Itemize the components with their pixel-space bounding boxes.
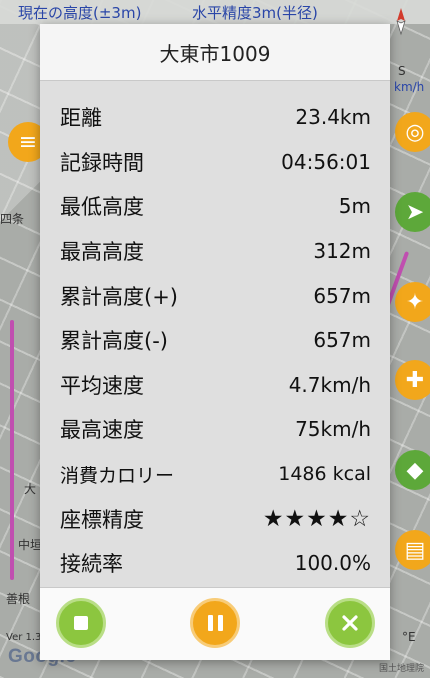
navigate-fab-icon[interactable]: ➤: [395, 192, 430, 232]
stop-icon: [74, 616, 88, 630]
stat-label: 接続率: [60, 552, 123, 577]
stat-value: 657m: [313, 328, 371, 353]
stat-label: 平均速度: [60, 373, 144, 398]
place-label: 大: [24, 482, 37, 496]
layers-fab-icon[interactable]: ▤: [395, 530, 430, 570]
pause-button[interactable]: [190, 598, 240, 648]
stat-value: 75km/h: [295, 417, 371, 442]
stat-label: 最低高度: [60, 195, 144, 220]
stat-value: 5m: [338, 194, 371, 219]
stat-row-max-speed: 最高速度 75km/h: [40, 407, 390, 452]
stat-label: 最高高度: [60, 240, 144, 265]
stat-label: 記録時間: [60, 150, 144, 175]
stat-value: 04:56:01: [281, 149, 371, 174]
camera-fab-icon[interactable]: ◎: [395, 112, 430, 152]
dialog-footer: [40, 587, 390, 660]
stat-label: 累計高度(+): [60, 284, 178, 309]
compass-fab-icon[interactable]: ✦: [395, 282, 430, 322]
place-label: 四条: [0, 212, 25, 226]
stat-label: 消費カロリー: [60, 464, 175, 487]
tag-fab-icon[interactable]: ◆: [395, 450, 430, 490]
compass-icon[interactable]: [386, 6, 416, 36]
stop-button[interactable]: [56, 598, 106, 648]
map-attribution: 国土地理院: [378, 664, 424, 674]
place-label: 善根: [6, 592, 31, 606]
accuracy-stars: ★★★★☆: [262, 505, 371, 532]
coordinate-label: °E: [402, 630, 416, 644]
scale-label: S: [398, 64, 406, 78]
version-text: Ver 1.3: [6, 632, 42, 643]
stat-row-connection-rate: 接続率 100.0%: [40, 541, 390, 586]
stat-value: 312m: [313, 239, 371, 264]
stat-value: 4.7km/h: [288, 372, 371, 397]
stat-row-recording-time: 記録時間 04:56:01: [40, 140, 390, 185]
stat-value: 100.0%: [294, 551, 371, 576]
stat-row-average-speed: 平均速度 4.7km/h: [40, 363, 390, 408]
altitude-label: 現在の高度(±3m): [18, 4, 142, 22]
dialog-title: 大東市1009: [40, 24, 390, 81]
add-pin-fab-icon[interactable]: ✚: [395, 360, 430, 400]
stat-label: 距離: [60, 106, 102, 131]
stat-label: 最高速度: [60, 418, 144, 443]
stat-row-max-altitude: 最高高度 312m: [40, 229, 390, 274]
stat-row-total-descent: 累計高度(-) 657m: [40, 318, 390, 363]
close-button[interactable]: [325, 598, 375, 648]
track-route: [10, 320, 14, 580]
stat-value: 657m: [313, 283, 371, 308]
stat-row-coordinate-accuracy: 座標精度 ★★★★☆: [40, 496, 390, 541]
track-summary-dialog: 大東市1009 距離 23.4km 記録時間 04:56:01 最低高度 5m …: [40, 24, 390, 660]
stat-label: 座標精度: [60, 507, 144, 532]
stat-row-calories: 消費カロリー 1486 kcal: [40, 452, 390, 497]
stat-label: 累計高度(-): [60, 329, 168, 354]
place-label: 中垣: [18, 538, 43, 552]
stat-value: 1486 kcal: [278, 463, 371, 486]
stat-row-min-altitude: 最低高度 5m: [40, 184, 390, 229]
stats-list: 距離 23.4km 記録時間 04:56:01 最低高度 5m 最高高度 312…: [40, 81, 390, 586]
close-icon: [342, 615, 358, 631]
stat-row-total-ascent: 累計高度(+) 657m: [40, 273, 390, 318]
stat-row-distance: 距離 23.4km: [40, 95, 390, 140]
pause-icon: [207, 615, 223, 631]
stat-value: 23.4km: [295, 105, 371, 130]
accuracy-label: 水平精度3m(半径): [192, 4, 318, 22]
speed-unit-label: km/h: [394, 80, 425, 94]
